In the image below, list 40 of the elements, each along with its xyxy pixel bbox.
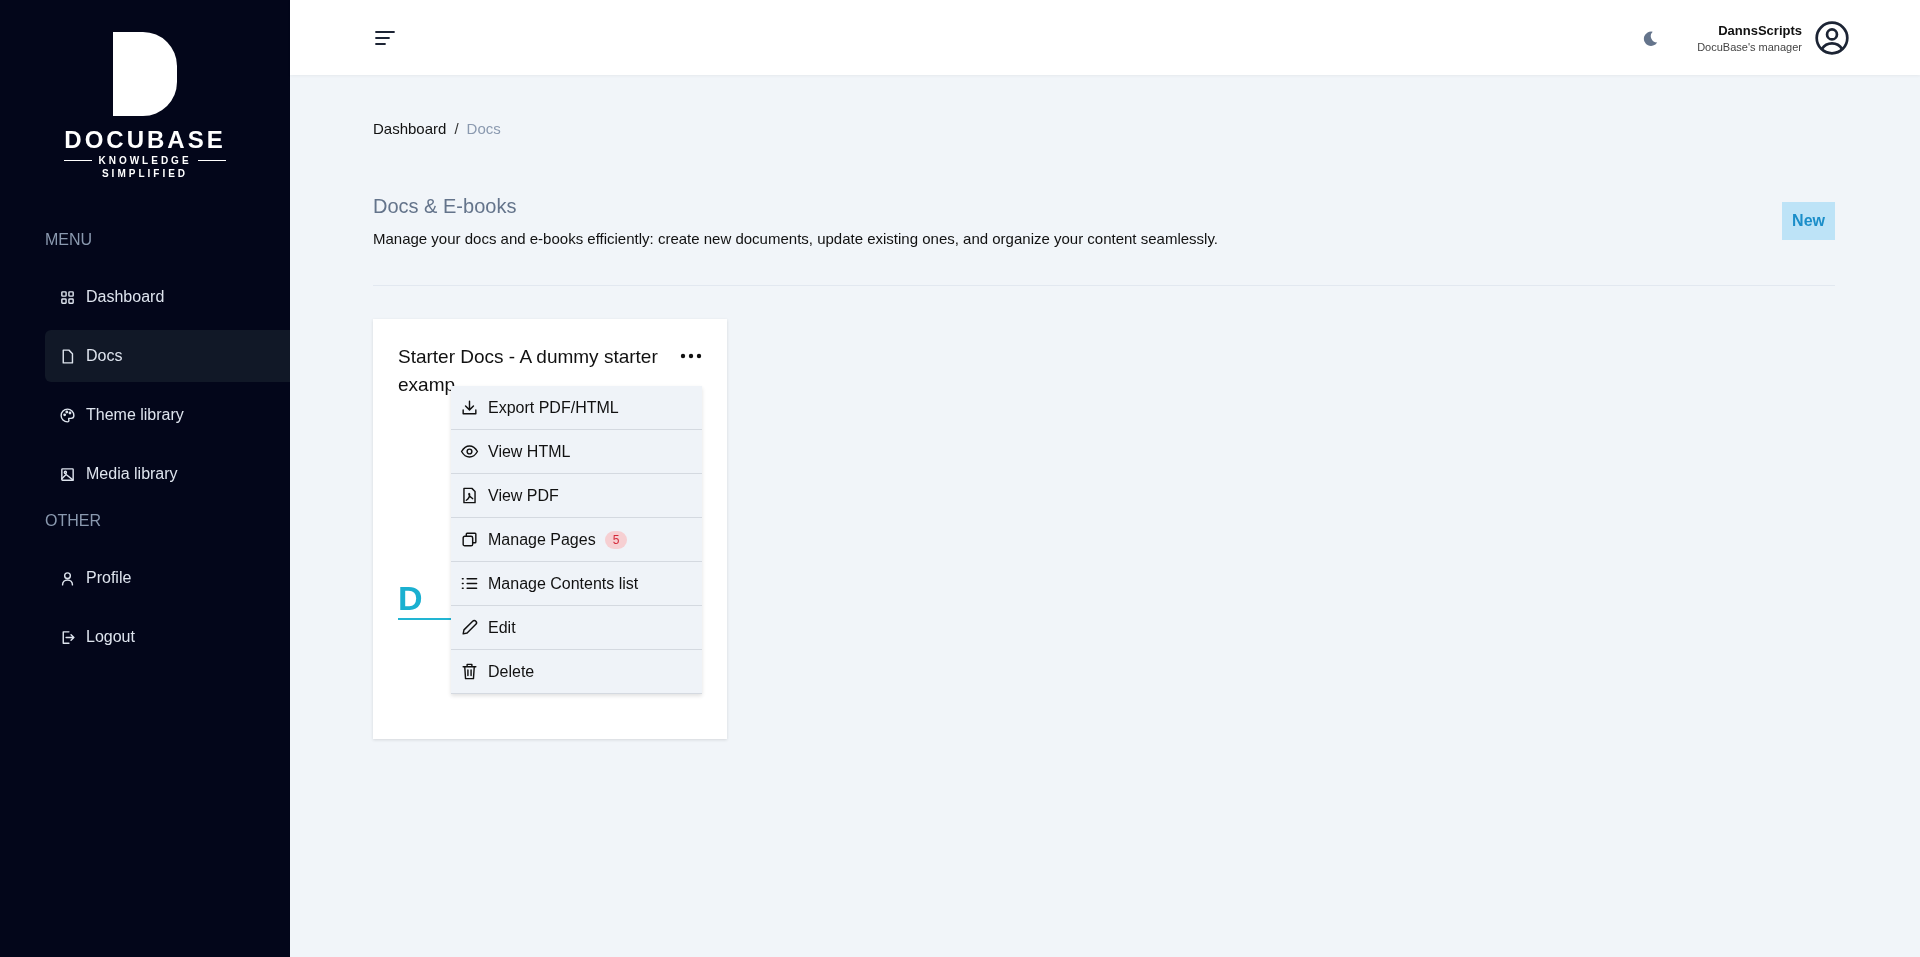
pdf-file-icon [460,486,479,505]
palette-icon [59,406,76,424]
section-label: MENU [45,231,94,249]
trash-icon [460,662,479,681]
user-role: DocuBase's manager [1697,40,1802,53]
count-badge: 5 [604,530,628,549]
grid-icon [59,288,76,306]
download-icon [460,398,479,417]
menu-item[interactable]: View HTML [451,430,702,474]
image-icon [59,465,76,483]
avatar-icon[interactable] [1814,19,1850,56]
logo-icon [113,32,177,116]
brand-tagline: SIMPLIFIED [101,168,189,179]
brand-tagline: KNOWLEDGE [98,155,192,166]
menu-item[interactable]: View PDF [451,474,702,518]
user-icon [59,569,76,587]
user-name: DannsScripts [1718,22,1802,38]
breadcrumb-link[interactable]: Dashboard [373,120,447,137]
menu-item[interactable]: Delete [451,650,702,694]
menu-item[interactable]: Manage Contents list [451,562,702,606]
section-label: OTHER [45,512,102,530]
sidebar-item[interactable]: Dashboard [45,271,290,323]
menu-item[interactable]: Edit [451,606,702,650]
brand-name: DOCUBASE [64,128,226,152]
page-description: Manage your docs and e-books efficiently: create new documents, update existing ones, and organize your content seamlessly. [373,230,1218,247]
sidebar-item[interactable]: Profile [45,552,290,604]
eye-icon [460,442,479,461]
copy-icon [460,530,479,549]
cover-letter: D [398,579,423,617]
page-title: Docs & E-books [373,195,518,218]
sidebar-item[interactable]: Logout [45,611,290,663]
sidebar-item[interactable]: Docs [45,330,290,382]
sidebar-item[interactable]: Media library [45,448,290,500]
sidebar-item[interactable]: Theme library [45,389,290,441]
pencil-icon [460,618,479,637]
menu-icon[interactable] [375,30,395,45]
breadcrumb-separator: / [454,120,459,137]
more-icon[interactable] [680,353,702,359]
menu-item[interactable]: Manage Pages 5 [451,518,702,562]
menu-item[interactable]: Export PDF/HTML [451,386,702,430]
